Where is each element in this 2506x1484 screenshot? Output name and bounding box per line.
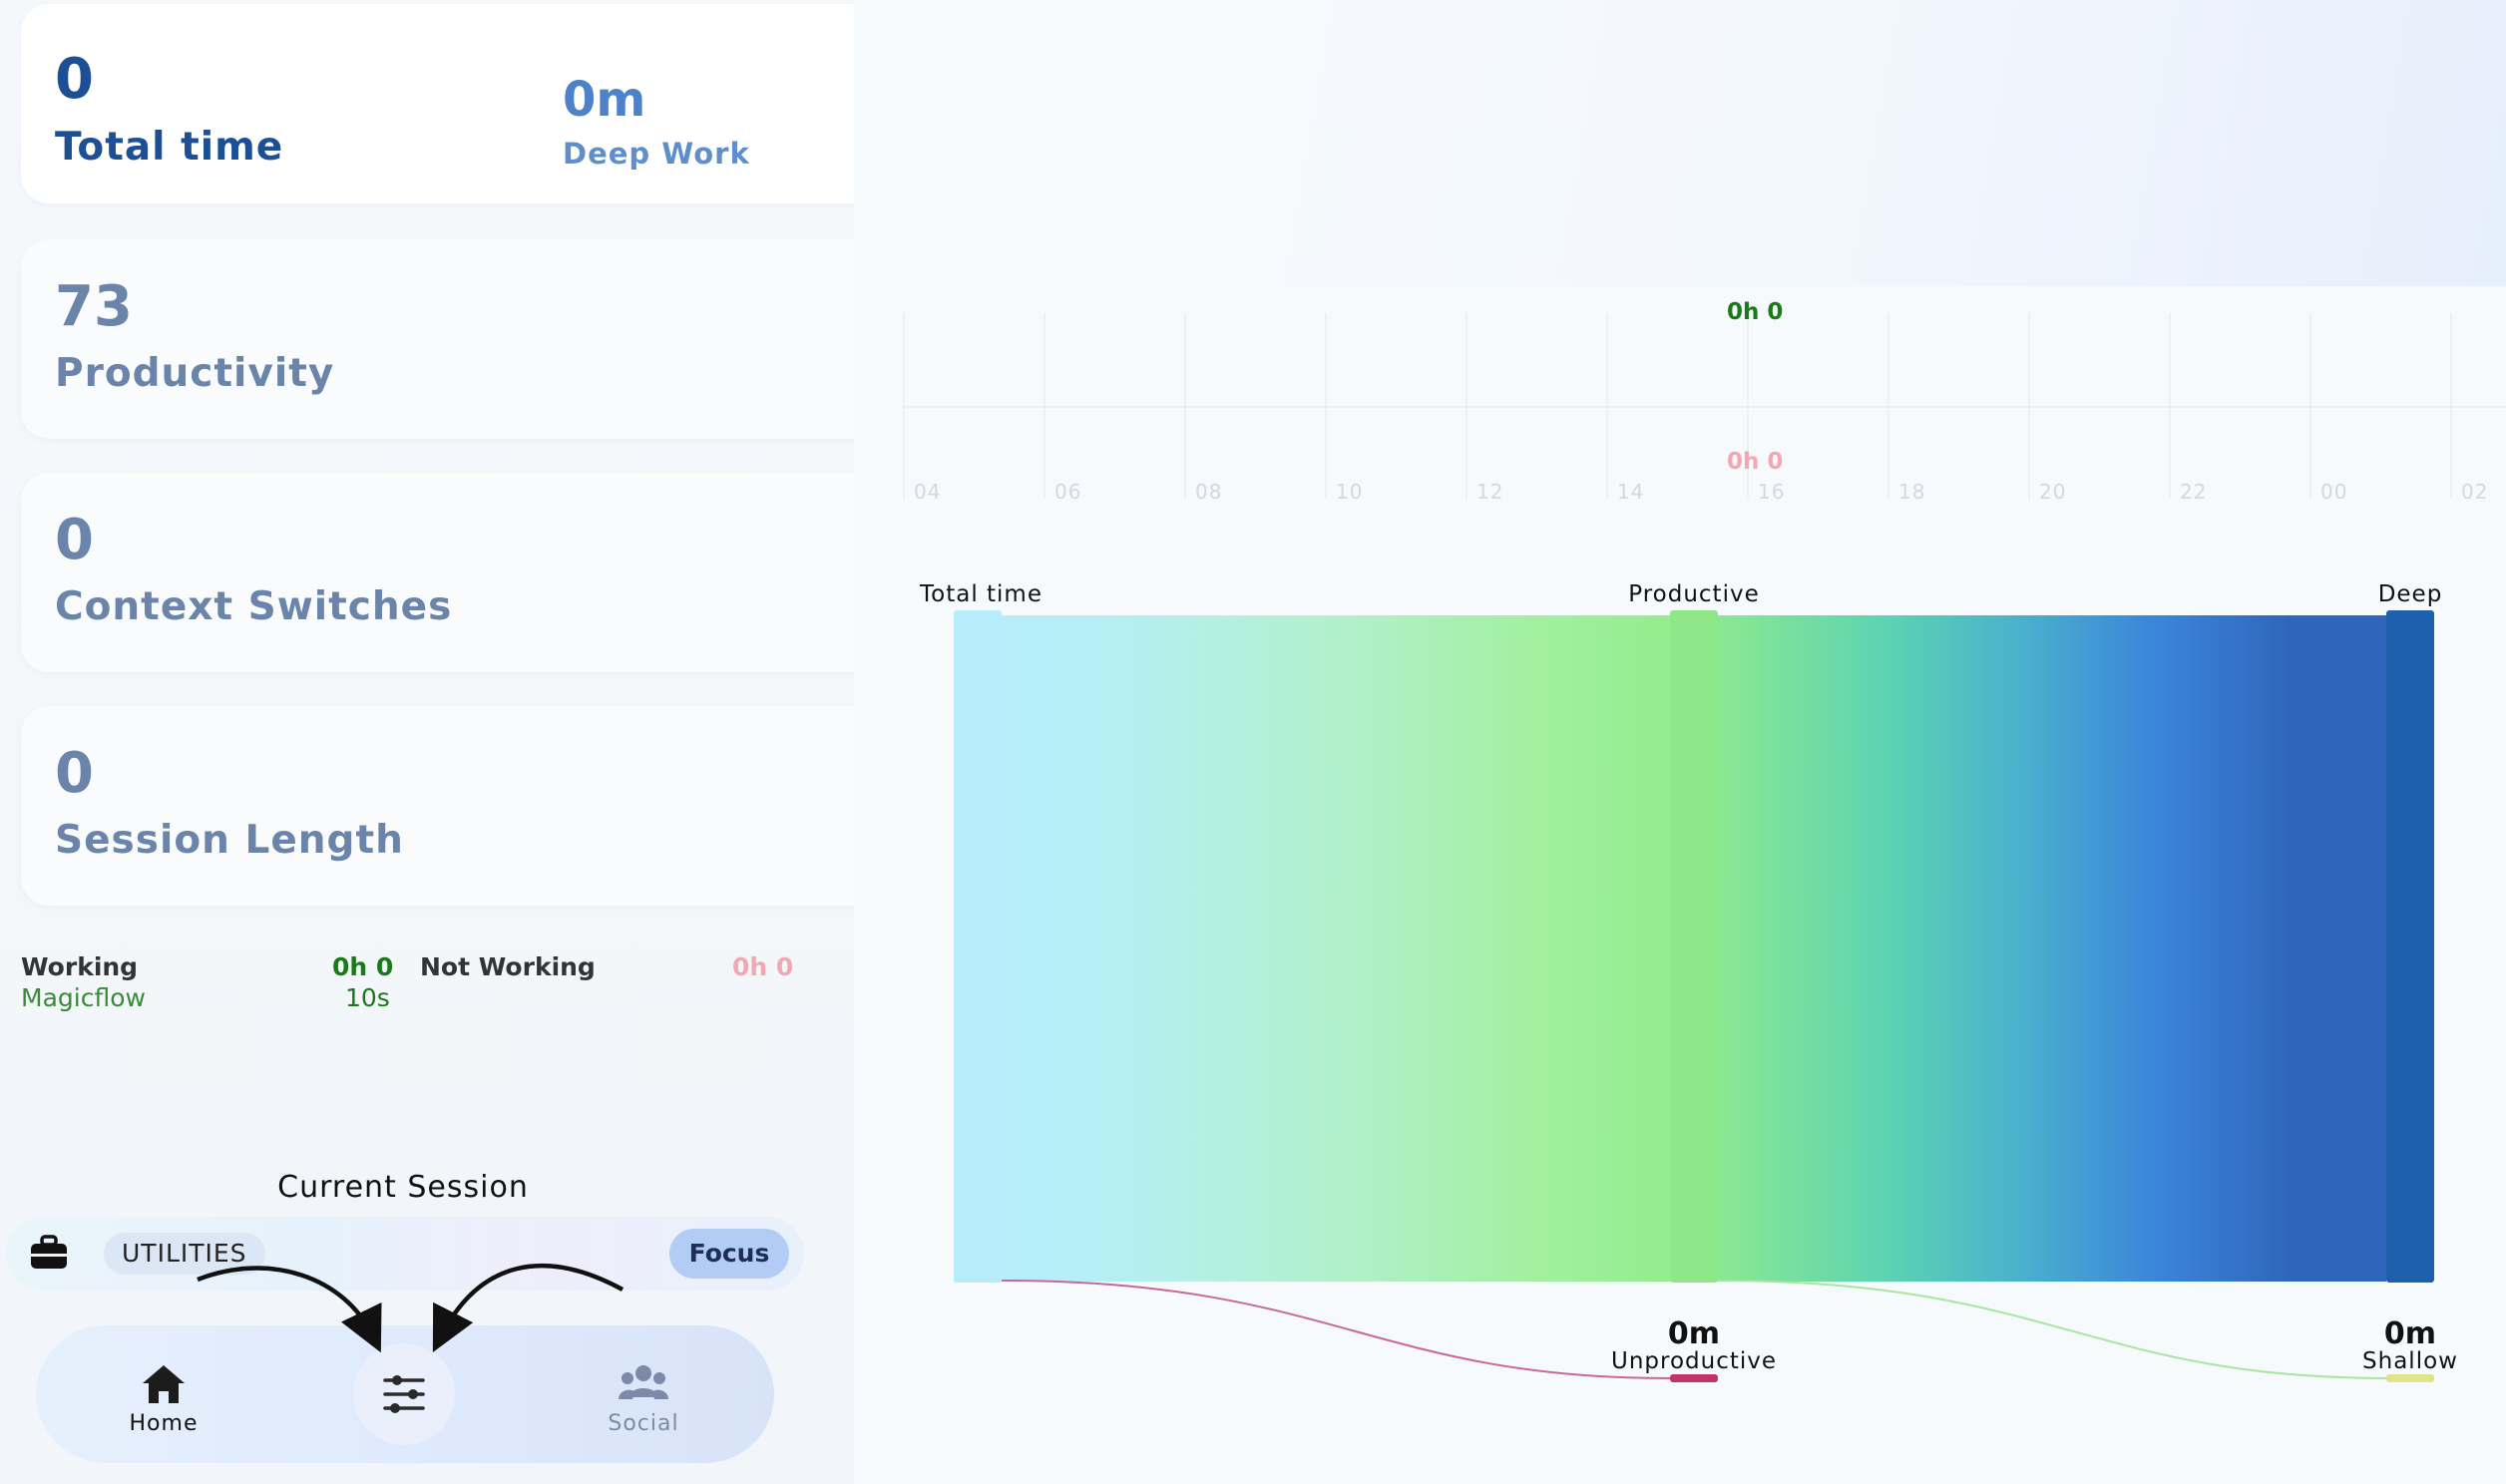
sankey-flow-deep-end	[2291, 615, 2386, 1282]
sankey-label-shallow: Shallow	[2362, 1348, 2458, 1374]
people-icon	[619, 1365, 668, 1399]
productivity-card[interactable]: 73 Productivity	[21, 239, 854, 439]
deep-work-value: 0m	[563, 72, 646, 128]
tick-label: 08	[1195, 480, 1222, 504]
working-label: Working	[21, 952, 139, 981]
nav-social[interactable]: Social	[584, 1363, 703, 1435]
sankey-value-shallow: 0m	[2384, 1316, 2436, 1351]
timeline-and-sankey: 0h 0 0h 0 04 06 08 10 12 14 16 18 20 22 …	[903, 299, 2506, 1382]
context-switches-label: Context Switches	[55, 584, 453, 629]
working-app-time: 10s	[345, 983, 390, 1012]
sankey-link-unproductive	[1001, 1280, 1671, 1379]
total-time-label: Total time	[55, 125, 284, 170]
session-length-card[interactable]: 0 Session Length	[21, 706, 854, 906]
home-icon	[143, 1365, 185, 1403]
sankey-link-shallow	[1717, 1280, 2387, 1379]
briefcase-icon	[31, 1235, 67, 1269]
sankey-main-flow	[954, 615, 2291, 1282]
current-session-title: Current Session	[277, 1170, 529, 1205]
session-length-label: Session Length	[55, 818, 404, 863]
deep-work-label: Deep Work	[563, 137, 750, 171]
not-working-label: Not Working	[420, 952, 596, 981]
current-session-bar[interactable]: UTILITIES Focus	[6, 1217, 804, 1291]
sankey-node-productive[interactable]	[1670, 610, 1718, 1283]
nav-filters[interactable]	[353, 1343, 455, 1445]
sankey-label-productive: Productive	[1628, 581, 1759, 607]
sankey-value-unproductive: 0m	[1668, 1316, 1720, 1351]
focus-button[interactable]: Focus	[669, 1229, 789, 1279]
sankey-diagram: Total time Productive Deep 0m Unproducti…	[919, 581, 2458, 1382]
sliders-icon	[383, 1375, 425, 1413]
total-time-card[interactable]: 0 Total time 0m Deep Work	[21, 4, 854, 203]
sankey-node-deep[interactable]	[2386, 610, 2434, 1283]
timeline-grid	[903, 313, 2506, 499]
nav-home-label: Home	[129, 1411, 199, 1436]
not-working-time: 0h 0	[732, 952, 794, 981]
sankey-node-shallow[interactable]	[2386, 1374, 2434, 1382]
tick-label: 02	[2461, 480, 2488, 504]
working-app-name: Magicflow	[21, 983, 146, 1012]
nav-social-label: Social	[608, 1411, 679, 1436]
tick-label: 18	[1898, 480, 1925, 504]
timeline-axis: 04 06 08 10 12 14 16 18 20 22 00 02	[914, 480, 2488, 504]
tick-label: 00	[2320, 480, 2347, 504]
context-switches-value: 0	[55, 508, 94, 572]
sankey-node-total[interactable]	[954, 610, 1002, 1283]
tick-label: 04	[914, 480, 941, 504]
sankey-label-total: Total time	[919, 581, 1043, 607]
tick-label: 16	[1758, 480, 1785, 504]
session-length-value: 0	[55, 741, 94, 806]
chart-panel: 0h 0 0h 0 04 06 08 10 12 14 16 18 20 22 …	[854, 0, 2506, 1484]
tick-label: 10	[1336, 480, 1363, 504]
productivity-value: 73	[55, 274, 133, 339]
nav-home[interactable]: Home	[104, 1363, 223, 1435]
tick-label: 06	[1054, 480, 1081, 504]
bottom-navigation: Home Social	[36, 1325, 774, 1463]
timeline-not-working-label: 0h 0	[1727, 449, 1783, 475]
stats-panel: 0 Total time 0m Deep Work 73 Productivit…	[0, 0, 854, 1484]
working-time: 0h 0	[332, 952, 394, 981]
sankey-node-unproductive[interactable]	[1670, 1374, 1718, 1382]
tick-label: 12	[1476, 480, 1503, 504]
sankey-label-deep: Deep	[2378, 581, 2443, 607]
tick-label: 22	[2180, 480, 2207, 504]
tick-label: 20	[2039, 480, 2066, 504]
context-switches-card[interactable]: 0 Context Switches	[21, 473, 854, 672]
total-time-value: 0	[55, 47, 94, 112]
tick-label: 14	[1617, 480, 1644, 504]
timeline-working-label: 0h 0	[1727, 299, 1783, 325]
sankey-label-unproductive: Unproductive	[1611, 1348, 1777, 1374]
category-chip[interactable]: UTILITIES	[104, 1233, 265, 1275]
productivity-label: Productivity	[55, 351, 335, 396]
